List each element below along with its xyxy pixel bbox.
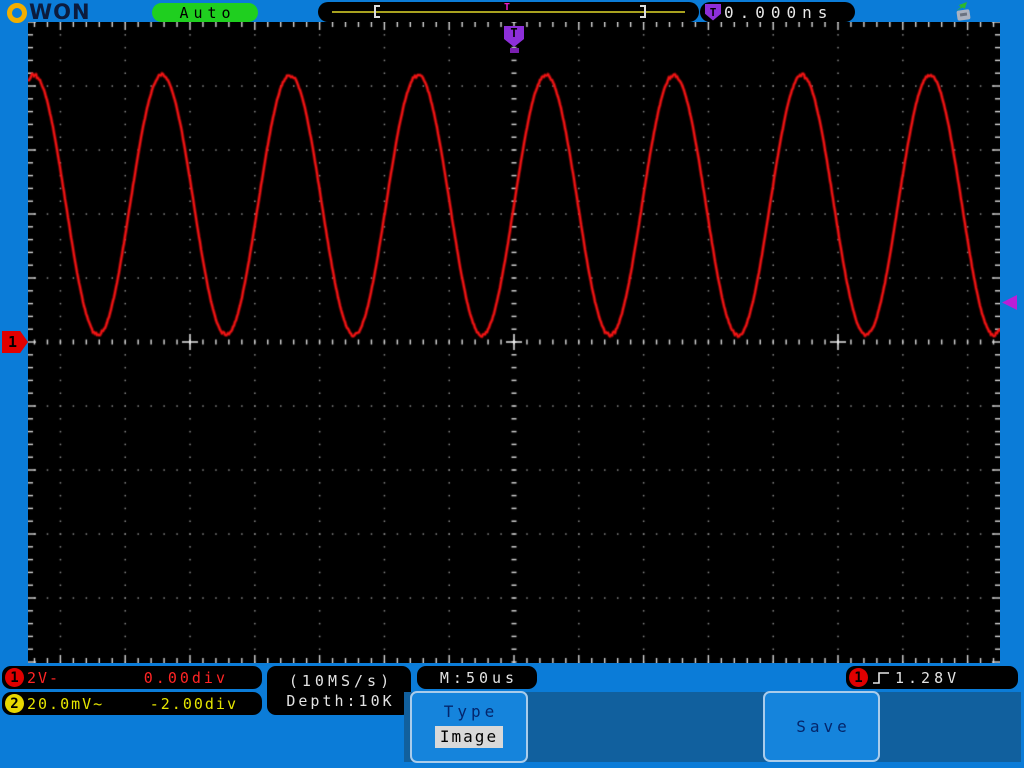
ch1-position: 0.00div bbox=[143, 668, 228, 687]
save-button[interactable]: Save bbox=[763, 691, 880, 762]
graticule-area bbox=[28, 22, 1000, 663]
type-menu-button[interactable]: Type Image bbox=[410, 691, 528, 763]
ch1-status-pill: 1 2V- 0.00div bbox=[2, 666, 262, 689]
type-label: Type bbox=[443, 702, 499, 721]
type-selected-value[interactable]: Image bbox=[434, 726, 504, 748]
trigger-level-arrow-icon[interactable] bbox=[1002, 295, 1017, 310]
logo-text: WON bbox=[29, 0, 91, 24]
horizontal-position-bar[interactable]: T bbox=[318, 2, 699, 22]
trigger-time-value: 0.000ns bbox=[724, 2, 834, 22]
ch1-scale: 2V- bbox=[27, 668, 61, 687]
trigger-channel-badge: 1 bbox=[849, 668, 868, 687]
trigger-horizontal-notch bbox=[510, 48, 519, 53]
ch2-status-pill: 2 20.0mV~ -2.00div bbox=[2, 692, 262, 715]
trigger-level-value: 1.28V bbox=[895, 668, 961, 687]
window-bracket-left-icon bbox=[374, 5, 380, 18]
waveform-canvas bbox=[28, 22, 1000, 663]
ch2-scale: 20.0mV~ bbox=[27, 694, 105, 713]
trigger-time-readout: T 0.000ns bbox=[700, 2, 855, 22]
usb-storage-icon bbox=[950, 2, 974, 21]
record-depth: Depth:10K bbox=[286, 691, 395, 710]
window-bracket-right-icon bbox=[640, 5, 646, 18]
oscilloscope-screen: WON Auto T T 0.000ns T 1 1 2V- 0.00div 2… bbox=[0, 0, 1024, 768]
acquisition-mode-badge: Auto bbox=[152, 3, 258, 22]
trigger-status-pill: 1 1.28V bbox=[846, 666, 1018, 689]
owon-logo: WON bbox=[7, 0, 91, 24]
acquisition-info-box: (10MS/s) Depth:10K bbox=[267, 666, 411, 715]
sample-rate: (10MS/s) bbox=[288, 671, 394, 690]
ch2-position: -2.00div bbox=[149, 694, 238, 713]
ch1-ground-marker[interactable]: 1 bbox=[2, 331, 28, 353]
ch2-badge: 2 bbox=[5, 694, 24, 713]
ch1-badge: 1 bbox=[5, 668, 24, 687]
timebase-readout: M:50us bbox=[417, 666, 537, 689]
trigger-position-icon: T bbox=[504, 2, 511, 13]
trigger-shield-icon: T bbox=[705, 3, 721, 21]
rising-edge-icon bbox=[873, 671, 889, 684]
logo-o-ring bbox=[7, 2, 27, 23]
